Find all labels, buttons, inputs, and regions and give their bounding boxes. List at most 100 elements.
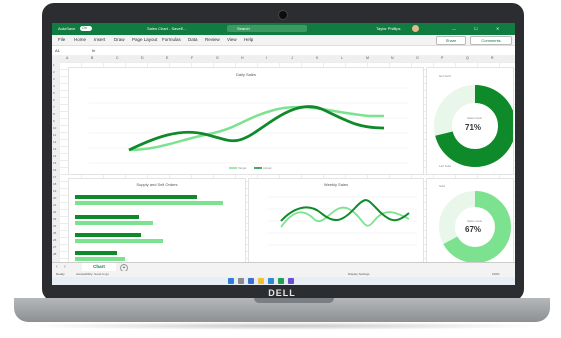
row-header[interactable]: 3: [53, 77, 55, 81]
row-header[interactable]: 20: [53, 196, 56, 200]
row-header[interactable]: 9: [53, 119, 55, 123]
edge-icon[interactable]: [268, 278, 274, 284]
row-header[interactable]: 6: [53, 98, 55, 102]
supply-sell-bars: [75, 195, 223, 261]
webcam: [278, 10, 288, 20]
row-header[interactable]: 13: [53, 147, 56, 151]
menu-insert[interactable]: Insert: [94, 37, 105, 42]
column-header[interactable]: J: [291, 56, 293, 60]
row-header[interactable]: 16: [53, 168, 56, 172]
column-header[interactable]: Q: [466, 56, 469, 60]
row-header[interactable]: 11: [53, 133, 56, 137]
column-header[interactable]: D: [141, 56, 144, 60]
search-placeholder: Search: [237, 26, 250, 31]
close-icon[interactable]: ✕: [496, 26, 499, 31]
column-header[interactable]: I: [266, 56, 267, 60]
column-header[interactable]: M: [366, 56, 369, 60]
file-name: Sales Chart - SaveE...: [147, 26, 187, 31]
zoom-level[interactable]: 100%: [492, 272, 500, 276]
row-header[interactable]: 5: [53, 91, 55, 95]
sales-goal-donut-1[interactable]: Net Sold Sales Goal 71% Left Sold: [426, 67, 514, 175]
row-header[interactable]: 24: [53, 224, 56, 228]
row-header[interactable]: 10: [53, 126, 56, 130]
menu-formulas[interactable]: Formulas: [162, 37, 181, 42]
column-header[interactable]: G: [216, 56, 219, 60]
row-header[interactable]: 2: [53, 70, 55, 74]
name-box[interactable]: A1: [55, 48, 60, 53]
daily-sales-chart[interactable]: Daily Sales Target Actual: [68, 67, 424, 175]
row-header[interactable]: 26: [53, 238, 56, 242]
supply-sell-chart[interactable]: Supply and Sell Orders: [68, 178, 246, 264]
row-header[interactable]: 7: [53, 105, 55, 109]
menu-home[interactable]: Home: [74, 37, 86, 42]
row-header[interactable]: 8: [53, 112, 55, 116]
base-notch: [254, 298, 334, 303]
donut1-bottom-label: Left Sold: [439, 164, 451, 168]
excel-icon[interactable]: [278, 278, 284, 284]
row-header[interactable]: 12: [53, 140, 56, 144]
menu-data[interactable]: Data: [188, 37, 198, 42]
column-header[interactable]: H: [241, 56, 244, 60]
row-header[interactable]: 15: [53, 161, 56, 165]
fx-icon[interactable]: fx: [92, 48, 95, 53]
menu-view[interactable]: View: [227, 37, 237, 42]
file-explorer-icon[interactable]: [258, 278, 264, 284]
column-header[interactable]: B: [91, 56, 93, 60]
autosave-toggle[interactable]: On: [80, 26, 92, 31]
row-header[interactable]: 17: [53, 175, 56, 179]
donut2-value: 67%: [465, 225, 482, 234]
menu-review[interactable]: Review: [205, 37, 220, 42]
menu-page-layout[interactable]: Page Layout: [132, 37, 157, 42]
column-header[interactable]: C: [116, 56, 119, 60]
column-header[interactable]: N: [391, 56, 394, 60]
display-settings[interactable]: Display Settings: [348, 272, 370, 276]
bar-1-light: [75, 201, 223, 205]
laptop-shadow: [20, 322, 544, 330]
donut2-center-label: Sales Goal: [467, 219, 482, 223]
row-header[interactable]: 14: [53, 154, 56, 158]
column-header[interactable]: F: [191, 56, 193, 60]
column-header[interactable]: P: [441, 56, 443, 60]
avatar[interactable]: [412, 25, 419, 32]
donut1-center-label: Sales Goal: [467, 116, 482, 120]
row-header[interactable]: 28: [53, 252, 56, 256]
search-icon[interactable]: [238, 278, 244, 284]
row-header[interactable]: 19: [53, 189, 56, 193]
prev-sheet-icon[interactable]: ‹: [56, 264, 58, 270]
donut1-svg: [434, 85, 513, 167]
row-header[interactable]: 18: [53, 182, 56, 186]
column-header[interactable]: L: [341, 56, 343, 60]
row-header[interactable]: 23: [53, 217, 56, 221]
accessibility-status[interactable]: Accessibility: Good to go: [76, 272, 109, 276]
sales-goal-donut-2[interactable]: Sold Sales Goal 67%: [426, 178, 514, 264]
menu-file[interactable]: File: [58, 37, 65, 42]
menu-draw[interactable]: Draw: [114, 37, 125, 42]
row-header[interactable]: 1: [53, 63, 55, 67]
row-header[interactable]: 27: [53, 245, 56, 249]
row-header[interactable]: 4: [53, 84, 55, 88]
start-icon[interactable]: [228, 278, 234, 284]
column-header[interactable]: O: [416, 56, 419, 60]
row-header[interactable]: 21: [53, 203, 56, 207]
bar-2-dark: [75, 215, 139, 219]
weekly-dark-line: [280, 199, 410, 222]
task-view-icon[interactable]: [248, 278, 254, 284]
bar-2-light: [75, 221, 153, 225]
ribbon-menu: File Home Insert Draw Page Layout Formul…: [52, 35, 515, 46]
comments-button[interactable]: Comments: [470, 36, 512, 45]
row-header[interactable]: 25: [53, 231, 56, 235]
search-input[interactable]: Search: [227, 25, 307, 32]
daily-sales-plot: [89, 87, 409, 169]
weekly-sales-chart[interactable]: Weekly Sales: [248, 178, 424, 264]
column-header[interactable]: K: [316, 56, 318, 60]
column-header[interactable]: E: [166, 56, 168, 60]
share-button[interactable]: Share: [436, 36, 466, 45]
teams-icon[interactable]: [288, 278, 294, 284]
column-header[interactable]: R: [491, 56, 494, 60]
menu-help[interactable]: Help: [244, 37, 253, 42]
next-sheet-icon[interactable]: ›: [64, 264, 66, 270]
minimize-icon[interactable]: —: [452, 26, 456, 31]
maximize-icon[interactable]: ☐: [474, 26, 478, 31]
row-header[interactable]: 22: [53, 210, 56, 214]
column-header[interactable]: A: [66, 56, 68, 60]
